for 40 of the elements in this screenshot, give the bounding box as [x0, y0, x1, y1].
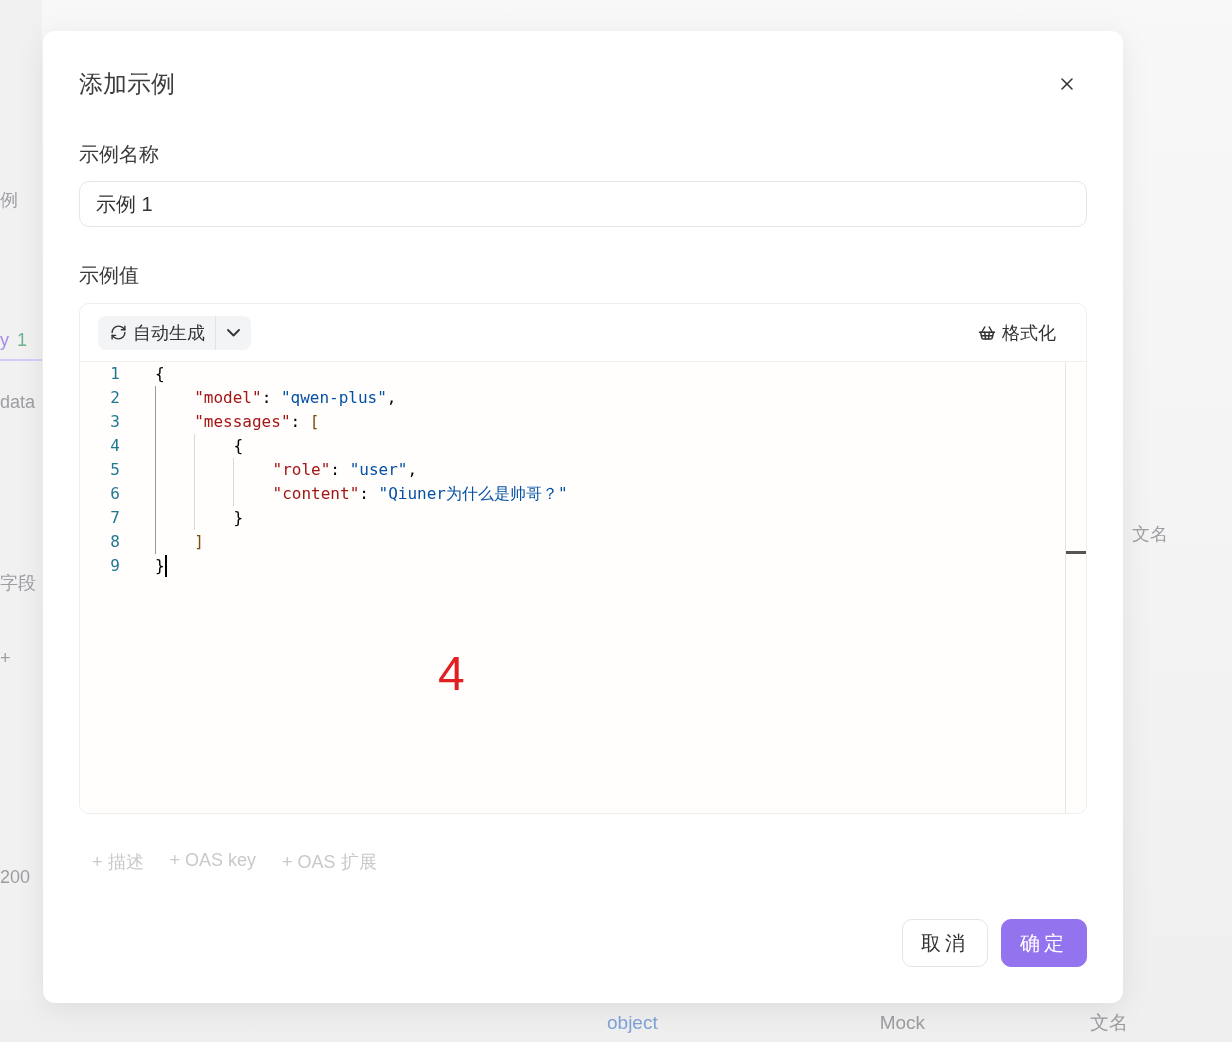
line-number: 1 — [109, 363, 121, 385]
code-line: "content": "Qiuner为什么是帅哥？" — [155, 482, 568, 506]
background-text: 字段 — [0, 572, 37, 595]
line-number: 2 — [109, 387, 121, 409]
refresh-icon — [110, 324, 127, 341]
background-text: 文名 — [1132, 523, 1169, 546]
code-line: "model": "qwen-plus", — [155, 386, 397, 410]
line-number: 7 — [109, 507, 121, 529]
line-number: 9 — [109, 555, 121, 577]
confirm-button[interactable]: 确定 — [1001, 919, 1087, 967]
line-number: 5 — [109, 459, 121, 481]
background-text: Mock — [879, 1011, 926, 1034]
annotation-number: 4 — [438, 646, 465, 701]
code-line: } — [155, 554, 167, 578]
format-button[interactable]: 格式化 — [978, 320, 1056, 345]
scrollbar[interactable] — [1065, 362, 1086, 813]
code-line: } — [155, 506, 243, 530]
code-line: { — [155, 434, 243, 458]
dialog-title: 添加示例 — [79, 69, 175, 99]
background-text: 200 — [0, 866, 32, 889]
basket-icon — [978, 323, 996, 342]
background-text: object — [607, 1011, 658, 1034]
line-number: 6 — [109, 483, 121, 505]
background-text: 文名 — [1090, 1010, 1129, 1035]
cancel-button[interactable]: 取消 — [902, 919, 988, 967]
code-line: ] — [155, 530, 204, 554]
generate-button[interactable]: 自动生成 — [98, 315, 216, 350]
input-field[interactable]: 示例 1 — [79, 181, 1087, 227]
code-line: "role": "user", — [155, 458, 418, 482]
field-label: 示例名称 — [79, 142, 160, 167]
code-line: { — [155, 363, 165, 385]
line-number: 8 — [109, 531, 121, 553]
background-text: data — [0, 391, 37, 414]
field-label: 示例值 — [79, 263, 140, 288]
code-line: "messages": [ — [155, 410, 320, 434]
line-number: 4 — [109, 435, 121, 457]
background-text: 例 — [0, 189, 19, 212]
chevron-down-icon — [227, 328, 240, 337]
background-text: + — [0, 647, 12, 670]
line-number: 3 — [109, 411, 121, 433]
